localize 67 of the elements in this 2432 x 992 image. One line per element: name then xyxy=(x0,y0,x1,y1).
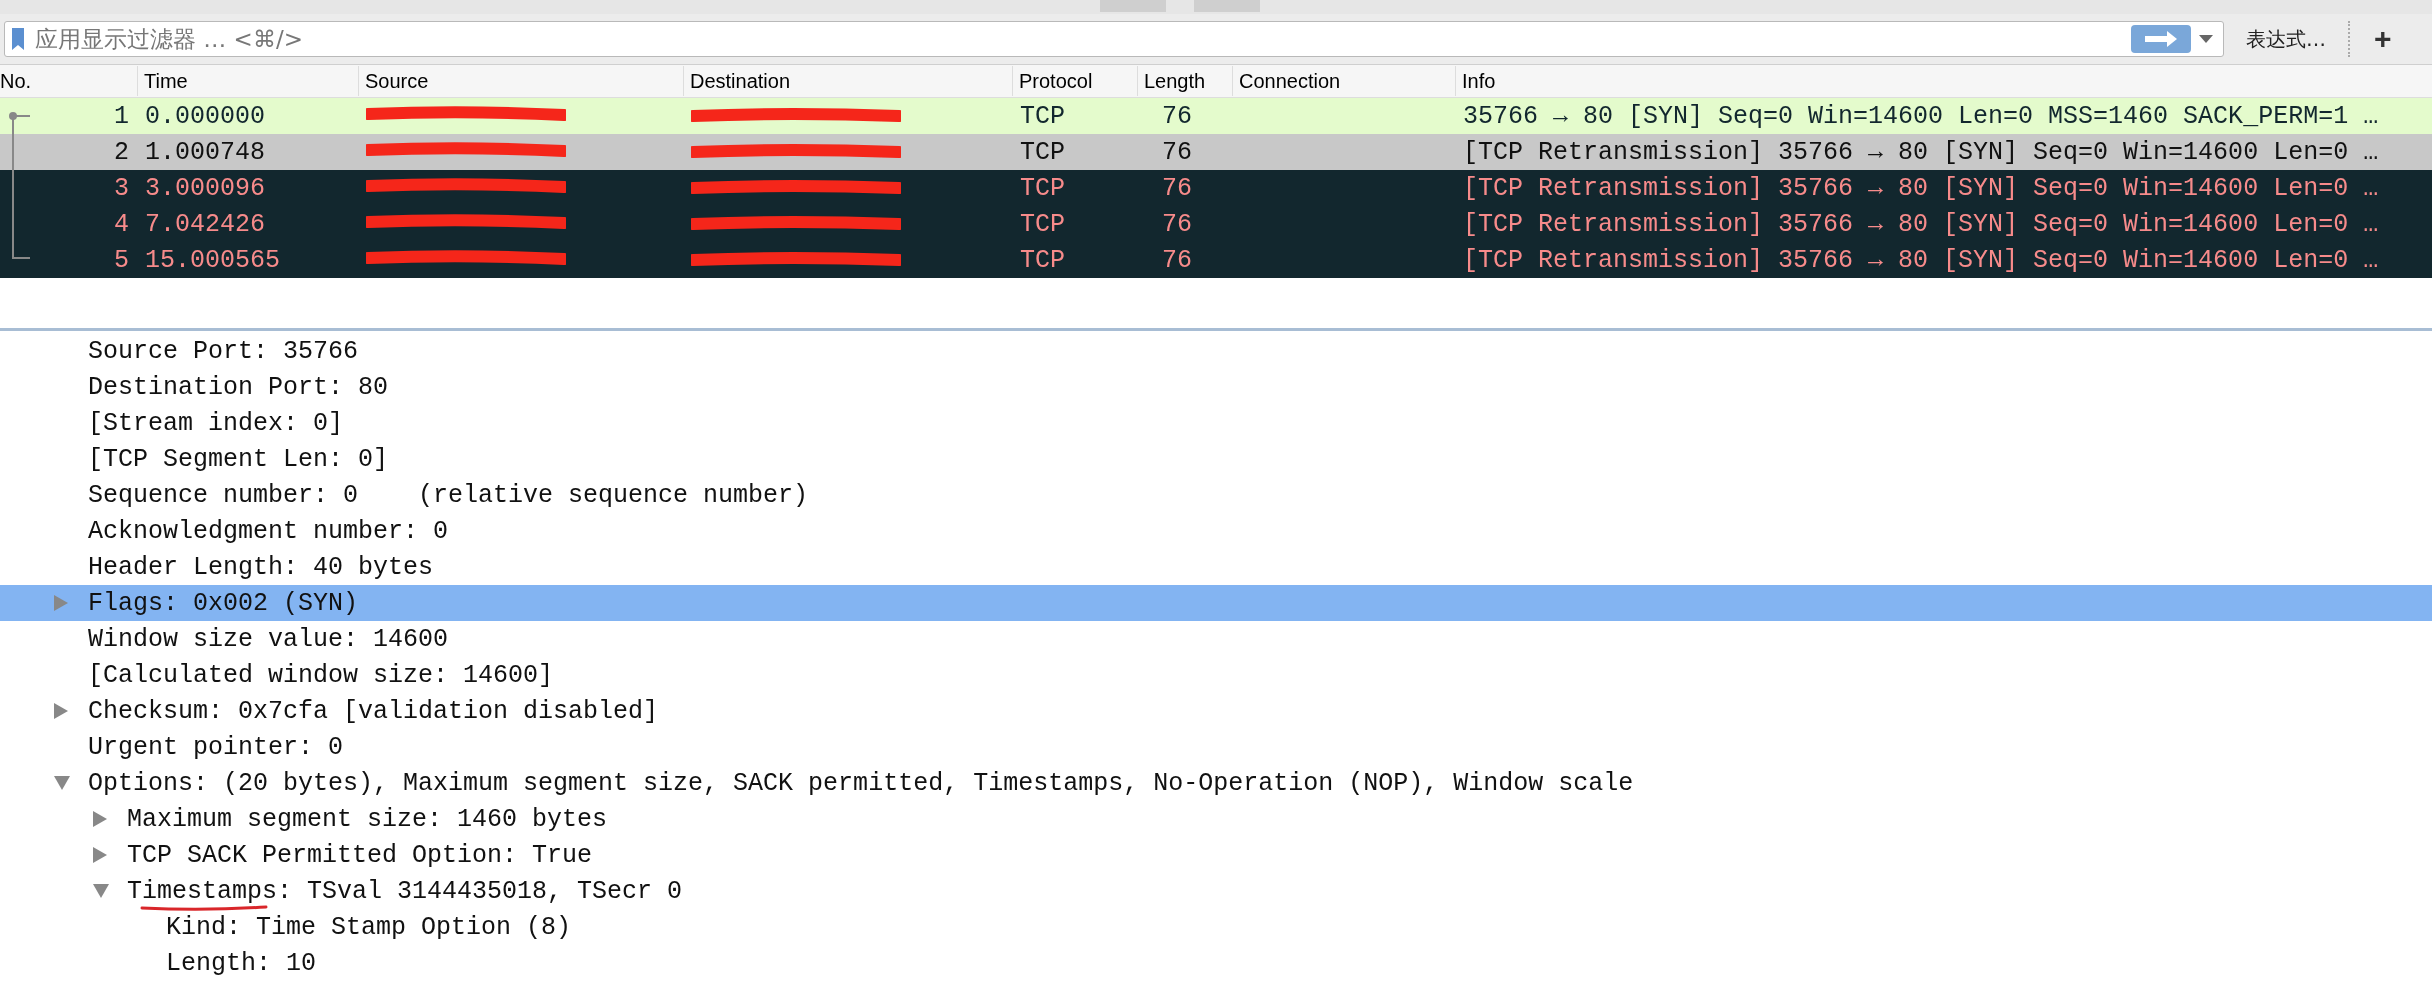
expand-arrow-icon[interactable] xyxy=(54,703,68,719)
packet-row[interactable]: 1 0.000000 TCP 76 35766 → 80 [SYN] Seq=0 Win=14600 Len=0 MSS=1460 SACK_PERM=1 … xyxy=(0,98,2432,134)
column-header[interactable]: Destination xyxy=(683,66,1012,96)
detail-field[interactable]: Length: 10 xyxy=(166,948,317,978)
column-header[interactable]: Connection xyxy=(1232,66,1455,96)
filter-field[interactable]: 应用显示过滤器 … <⌘/> xyxy=(4,21,2224,57)
column-header[interactable]: Time xyxy=(137,66,358,96)
time-cell-text: 15.000565 xyxy=(144,244,282,277)
expand-arrow-icon[interactable] xyxy=(93,811,107,827)
detail-field[interactable]: Destination Port: 80 xyxy=(88,372,389,402)
detail-field[interactable]: Maximum segment size: 1460 bytes xyxy=(127,804,608,834)
protocol-cell-text: TCP xyxy=(1019,244,1066,277)
column-header[interactable]: Info xyxy=(1455,66,2432,96)
caret-icon[interactable] xyxy=(2199,35,2213,43)
detail-field[interactable]: Checksum: 0x7cfa [validation disabled] xyxy=(88,696,659,726)
length-cell-text: 76 xyxy=(1161,100,1193,133)
column-header[interactable]: Length xyxy=(1137,66,1232,96)
detail-field[interactable]: [Calculated window size: 14600] xyxy=(88,660,554,690)
time-cell-text: 7.042426 xyxy=(144,208,267,241)
column-header[interactable]: Source xyxy=(358,66,683,96)
time-cell-text: 1.000748 xyxy=(144,136,267,169)
protocol-cell-text: TCP xyxy=(1019,100,1066,133)
column-header[interactable]: No. xyxy=(0,66,137,96)
detail-field[interactable]: Window size value: 14600 xyxy=(88,624,449,654)
packet-number: 2 xyxy=(114,137,129,167)
expand-arrow-icon[interactable] xyxy=(93,847,107,863)
expression-button[interactable]: 表达式… xyxy=(2236,21,2336,57)
protocol-cell-text: TCP xyxy=(1019,136,1066,169)
detail-field[interactable]: Urgent pointer: 0 xyxy=(88,732,344,762)
packet-row[interactable]: 5 15.000565 TCP 76 [TCP Retransmission] 35766 → 80 [SYN] Seq=0 Win=14600 Len=0 … xyxy=(0,242,2432,278)
display-filter-field[interactable]: 应用显示过滤器 … <⌘/> xyxy=(33,25,2123,53)
protocol-cell-text: TCP xyxy=(1019,172,1066,205)
detail-field[interactable]: Acknowledgment number: 0 xyxy=(88,516,449,546)
packet-row[interactable]: 3 3.000096 TCP 76 [TCP Retransmission] 35766 → 80 [SYN] Seq=0 Win=14600 Len=0 … xyxy=(0,170,2432,206)
add-button[interactable]: + xyxy=(2362,22,2404,56)
length-cell-text: 76 xyxy=(1161,208,1193,241)
column-header[interactable]: Protocol xyxy=(1012,66,1137,96)
detail-field[interactable]: Source Port: 35766 xyxy=(88,336,359,366)
time-cell-text: 3.000096 xyxy=(144,172,267,205)
packet-number: 4 xyxy=(114,209,129,239)
length-cell-text: 76 xyxy=(1161,136,1193,169)
length-cell-text: 76 xyxy=(1161,244,1193,277)
detail-field[interactable]: Timestamps: TSval 3144435018, TSecr 0 xyxy=(127,876,683,906)
length-cell-text: 76 xyxy=(1161,172,1193,205)
packet-number: 1 xyxy=(114,101,129,131)
protocol-cell-text: TCP xyxy=(1019,208,1066,241)
detail-field[interactable]: Kind: Time Stamp Option (8) xyxy=(166,912,572,942)
detail-field[interactable]: [Stream index: 0] xyxy=(88,408,344,438)
collapse-arrow-icon[interactable] xyxy=(54,776,70,790)
info-cell-text: [TCP Retransmission] 35766 → 80 [SYN] Seq=0 Win=14600 Len=0 … xyxy=(1462,172,2380,205)
packet-row[interactable]: 2 1.000748 TCP 76 [TCP Retransmission] 35766 → 80 [SYN] Seq=0 Win=14600 Len=0 … xyxy=(0,134,2432,170)
collapse-arrow-icon[interactable] xyxy=(93,884,109,898)
detail-field[interactable]: [TCP Segment Len: 0] xyxy=(88,444,389,474)
info-cell-text: [TCP Retransmission] 35766 → 80 [SYN] Seq=0 Win=14600 Len=0 … xyxy=(1462,208,2380,241)
bookmark-icon[interactable] xyxy=(11,27,25,51)
detail-field[interactable]: Options: (20 bytes), Maximum segment size, SACK permitted, Timestamps, No-Operation (NOP), Window scale xyxy=(88,768,1634,798)
detail-field[interactable]: Header Length: 40 bytes xyxy=(88,552,434,582)
time-cell-text: 0.000000 xyxy=(144,100,267,133)
info-cell-text: [TCP Retransmission] 35766 → 80 [SYN] Seq=0 Win=14600 Len=0 … xyxy=(1462,136,2380,169)
packet-row[interactable]: 4 7.042426 TCP 76 [TCP Retransmission] 35766 → 80 [SYN] Seq=0 Win=14600 Len=0 … xyxy=(0,206,2432,242)
packet-number: 3 xyxy=(114,173,129,203)
packet-number: 5 xyxy=(114,245,129,275)
info-cell-text: 35766 → 80 [SYN] Seq=0 Win=14600 Len=0 MSS=1460 SACK_PERM=1 … xyxy=(1462,100,2380,133)
detail-field[interactable]: Flags: 0x002 (SYN) xyxy=(88,588,359,618)
detail-field[interactable]: Sequence number: 0 (relative sequence number) xyxy=(88,480,809,510)
info-cell-text: [TCP Retransmission] 35766 → 80 [SYN] Seq=0 Win=14600 Len=0 … xyxy=(1462,244,2380,277)
detail-field[interactable]: TCP SACK Permitted Option: True xyxy=(127,840,593,870)
